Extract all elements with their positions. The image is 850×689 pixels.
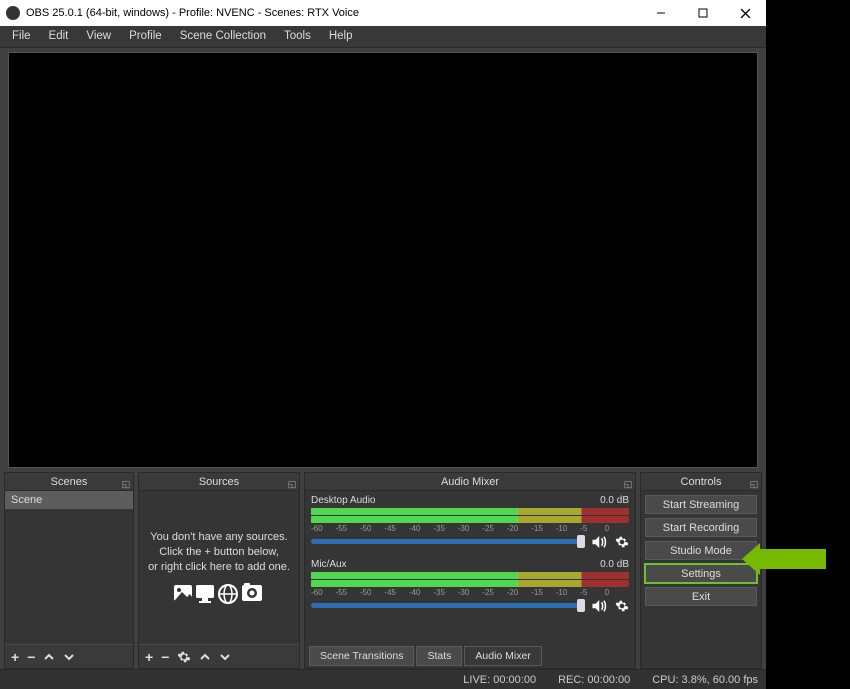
remove-source-button[interactable]: −: [161, 649, 169, 665]
mixer-item-name: Desktop Audio: [311, 495, 376, 506]
source-properties-button[interactable]: [177, 650, 191, 664]
mixer-item-db: 0.0 dB: [600, 495, 629, 506]
app-icon: [6, 6, 20, 20]
popout-icon[interactable]: ◱: [749, 475, 759, 485]
level-meter: [311, 572, 629, 579]
menu-profile[interactable]: Profile: [121, 28, 170, 44]
minimize-button[interactable]: [640, 0, 682, 26]
menu-scene-collection[interactable]: Scene Collection: [172, 28, 274, 44]
settings-button[interactable]: Settings: [645, 564, 757, 583]
mixer-tabs: Scene Transitions Stats Audio Mixer: [305, 644, 635, 668]
status-live: LIVE: 00:00:00: [463, 674, 536, 686]
scenes-header: Scenes ◱: [5, 473, 133, 491]
speaker-icon[interactable]: [591, 599, 609, 613]
start-streaming-button[interactable]: Start Streaming: [645, 495, 757, 514]
menu-tools[interactable]: Tools: [276, 28, 319, 44]
obs-window: OBS 25.0.1 (64-bit, windows) - Profile: …: [0, 0, 766, 689]
scenes-panel: Scenes ◱ Scene + −: [4, 472, 134, 669]
mixer-item-db: 0.0 dB: [600, 559, 629, 570]
add-scene-button[interactable]: +: [11, 649, 19, 665]
popout-icon[interactable]: ◱: [287, 475, 297, 485]
move-scene-down-button[interactable]: [63, 652, 75, 662]
meter-ticks: -60-55-50-45-40-35-30-25-20-15-10-50: [311, 524, 629, 535]
start-recording-button[interactable]: Start Recording: [645, 518, 757, 537]
sources-header: Sources ◱: [139, 473, 299, 491]
sources-empty[interactable]: You don't have any sources. Click the + …: [139, 491, 299, 644]
mixer-item-mic-aux: Mic/Aux 0.0 dB -60-55-50-45-40-35-30-25-…: [311, 559, 629, 613]
tab-stats[interactable]: Stats: [416, 646, 462, 666]
titlebar: OBS 25.0.1 (64-bit, windows) - Profile: …: [0, 0, 766, 26]
popout-icon[interactable]: ◱: [121, 475, 131, 485]
menu-file[interactable]: File: [4, 28, 39, 44]
mixer-item-name: Mic/Aux: [311, 559, 347, 570]
mixer-header: Audio Mixer ◱: [305, 473, 635, 491]
level-meter: [311, 580, 629, 587]
mixer-item-desktop-audio: Desktop Audio 0.0 dB -60-55-50-45-40-35-…: [311, 495, 629, 549]
meter-ticks: -60-55-50-45-40-35-30-25-20-15-10-50: [311, 588, 629, 599]
menubar: File Edit View Profile Scene Collection …: [0, 26, 766, 48]
add-source-button[interactable]: +: [145, 649, 153, 665]
controls-header: Controls ◱: [641, 473, 761, 491]
remove-scene-button[interactable]: −: [27, 649, 35, 665]
menu-edit[interactable]: Edit: [41, 28, 77, 44]
annotation-arrow: [758, 549, 826, 569]
status-cpu: CPU: 3.8%, 60.00 fps: [652, 674, 758, 686]
volume-slider[interactable]: [311, 603, 585, 608]
speaker-icon[interactable]: [591, 535, 609, 549]
tab-audio-mixer[interactable]: Audio Mixer: [464, 646, 541, 666]
move-source-up-button[interactable]: [199, 652, 211, 662]
move-scene-up-button[interactable]: [43, 652, 55, 662]
studio-mode-button[interactable]: Studio Mode: [645, 541, 757, 560]
gear-icon[interactable]: [615, 535, 629, 549]
exit-button[interactable]: Exit: [645, 587, 757, 606]
sources-panel: Sources ◱ You don't have any sources. Cl…: [138, 472, 300, 669]
statusbar: LIVE: 00:00:00 REC: 00:00:00 CPU: 3.8%, …: [0, 669, 766, 689]
scene-item[interactable]: Scene: [5, 491, 133, 509]
level-meter: [311, 516, 629, 523]
window-title: OBS 25.0.1 (64-bit, windows) - Profile: …: [26, 7, 359, 19]
status-rec: REC: 00:00:00: [558, 674, 630, 686]
close-button[interactable]: [724, 0, 766, 26]
menu-view[interactable]: View: [78, 28, 119, 44]
tab-scene-transitions[interactable]: Scene Transitions: [309, 646, 414, 666]
audio-mixer-panel: Audio Mixer ◱ Desktop Audio 0.0 dB -60-5…: [304, 472, 636, 669]
source-type-icons: [174, 583, 264, 605]
preview-area[interactable]: [8, 52, 758, 468]
gear-icon[interactable]: [615, 599, 629, 613]
volume-slider[interactable]: [311, 539, 585, 544]
maximize-button[interactable]: [682, 0, 724, 26]
popout-icon[interactable]: ◱: [623, 475, 633, 485]
move-source-down-button[interactable]: [219, 652, 231, 662]
menu-help[interactable]: Help: [321, 28, 361, 44]
level-meter: [311, 508, 629, 515]
